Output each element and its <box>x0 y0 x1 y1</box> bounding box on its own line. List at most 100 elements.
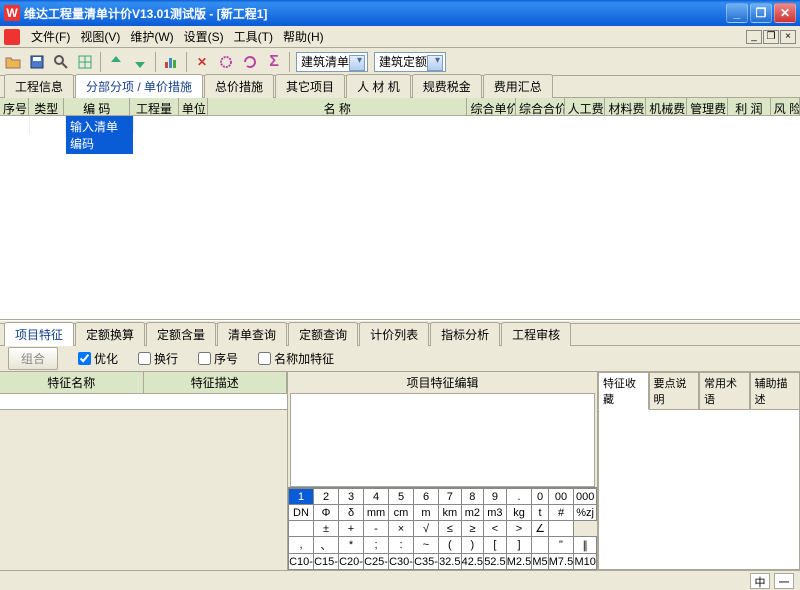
wrap-checkbox[interactable]: 换行 <box>138 350 178 367</box>
kb-key[interactable]: m3 <box>484 505 507 521</box>
main-tab-0[interactable]: 工程信息 <box>4 74 74 98</box>
kb-key[interactable]: M2.5 <box>506 554 532 570</box>
kb-key[interactable]: ≥ <box>461 521 484 537</box>
list-type-combo[interactable]: 建筑清单 <box>296 52 368 72</box>
grid-header-7[interactable]: 综合合价 <box>516 98 565 115</box>
kb-key[interactable]: C10- <box>289 554 314 570</box>
kb-key[interactable]: C30- <box>389 554 414 570</box>
kb-key[interactable]: km <box>439 505 462 521</box>
mdi-minimize[interactable]: _ <box>746 30 762 44</box>
kb-key[interactable]: C20- <box>339 554 364 570</box>
kb-key[interactable]: 2 <box>314 489 339 505</box>
kb-key[interactable]: 8 <box>461 489 484 505</box>
seqno-checkbox[interactable]: 序号 <box>198 350 238 367</box>
kb-key[interactable]: ( <box>439 537 462 554</box>
close-button[interactable]: ✕ <box>774 3 796 23</box>
grid-header-12[interactable]: 利 润 <box>728 98 771 115</box>
grid-header-10[interactable]: 机械费 <box>646 98 687 115</box>
sum-icon[interactable]: Σ <box>265 53 283 71</box>
kb-key[interactable]: > <box>506 521 532 537</box>
kb-key[interactable]: M7.5 <box>548 554 574 570</box>
kb-key[interactable]: - <box>364 521 389 537</box>
kb-key[interactable]: cm <box>389 505 414 521</box>
kb-key[interactable]: 3 <box>339 489 364 505</box>
kb-key[interactable]: 0 <box>532 489 548 505</box>
kb-key[interactable] <box>289 521 314 537</box>
kb-key[interactable]: ∠ <box>532 521 548 537</box>
right-tab-0[interactable]: 特征收藏 <box>598 372 649 410</box>
kb-key[interactable]: M10 <box>574 554 597 570</box>
kb-key[interactable]: %zj <box>574 505 597 521</box>
code-input-cell[interactable]: 输入清单编码 <box>66 116 133 154</box>
right-tab-1[interactable]: 要点说明 <box>649 372 700 410</box>
mdi-restore[interactable]: ❐ <box>763 30 779 44</box>
kb-key[interactable]: ) <box>461 537 484 554</box>
grid-header-0[interactable]: 序号 <box>0 98 29 115</box>
main-tab-2[interactable]: 总价措施 <box>204 74 274 98</box>
grid-header-2[interactable]: 编 码 <box>64 98 130 115</box>
clear-red-icon[interactable]: ✕ <box>193 53 211 71</box>
sub-tab-1[interactable]: 定额换算 <box>75 322 145 346</box>
name-feature-checkbox[interactable]: 名称加特征 <box>258 350 334 367</box>
kb-key[interactable] <box>532 537 548 554</box>
kb-key[interactable]: δ <box>339 505 364 521</box>
sub-tab-5[interactable]: 计价列表 <box>359 322 429 346</box>
search-icon[interactable] <box>52 53 70 71</box>
ime-button[interactable]: 中 <box>750 573 770 589</box>
kb-key[interactable]: . <box>506 489 532 505</box>
kb-key[interactable]: 1 <box>289 489 314 505</box>
kb-key[interactable]: , <box>289 537 314 554</box>
kb-key[interactable]: ∥ <box>574 537 597 554</box>
grid-header-4[interactable]: 单位 <box>179 98 208 115</box>
kb-key[interactable]: ] <box>506 537 532 554</box>
grid-header-13[interactable]: 风 险 <box>771 98 800 115</box>
combine-button[interactable]: 组合 <box>8 347 58 370</box>
kb-key[interactable]: * <box>339 537 364 554</box>
kb-key[interactable]: mm <box>364 505 389 521</box>
main-tab-1[interactable]: 分部分项 / 单价措施 <box>75 74 203 98</box>
kb-key[interactable] <box>548 521 574 537</box>
menu-tools[interactable]: 工具(T) <box>229 26 278 47</box>
menu-maintain[interactable]: 维护(W) <box>125 26 178 47</box>
kb-key[interactable]: m2 <box>461 505 484 521</box>
refresh-icon[interactable] <box>241 53 259 71</box>
kb-key[interactable]: " <box>548 537 574 554</box>
kb-key[interactable]: : <box>389 537 414 554</box>
kb-key[interactable]: t <box>532 505 548 521</box>
kb-key[interactable]: √ <box>414 521 439 537</box>
sub-tab-0[interactable]: 项目特征 <box>4 322 74 346</box>
kb-key[interactable]: 、 <box>314 537 339 554</box>
maximize-button[interactable]: ❐ <box>750 3 772 23</box>
kb-key[interactable]: < <box>484 521 507 537</box>
arrow-down-icon[interactable] <box>131 53 149 71</box>
optimize-checkbox[interactable]: 优化 <box>78 350 118 367</box>
menu-view[interactable]: 视图(V) <box>75 26 125 47</box>
sub-tab-3[interactable]: 清单查询 <box>217 322 287 346</box>
right-tab-3[interactable]: 辅助描述 <box>750 372 800 410</box>
symbol-keyboard[interactable]: 123456789.000000DNΦδmmcmmkmm2m3kgt#%zj±+… <box>288 487 597 570</box>
grid-header-3[interactable]: 工程量 <box>130 98 179 115</box>
kb-key[interactable]: ; <box>364 537 389 554</box>
kb-key[interactable]: C25- <box>364 554 389 570</box>
kb-key[interactable]: 000 <box>574 489 597 505</box>
kb-key[interactable]: 4 <box>364 489 389 505</box>
kb-key[interactable]: ~ <box>414 537 439 554</box>
main-tab-3[interactable]: 其它项目 <box>275 74 345 98</box>
sub-tab-6[interactable]: 指标分析 <box>430 322 500 346</box>
kb-key[interactable]: ± <box>314 521 339 537</box>
quota-type-combo[interactable]: 建筑定额 <box>374 52 446 72</box>
grid-header-5[interactable]: 名 称 <box>208 98 467 115</box>
sub-tab-2[interactable]: 定额含量 <box>146 322 216 346</box>
grid-icon[interactable] <box>76 53 94 71</box>
kb-key[interactable]: 00 <box>548 489 574 505</box>
kb-key[interactable]: ≤ <box>439 521 462 537</box>
right-tab-2[interactable]: 常用术语 <box>699 372 750 410</box>
kb-key[interactable]: + <box>339 521 364 537</box>
kb-key[interactable]: 5 <box>389 489 414 505</box>
sub-tab-4[interactable]: 定额查询 <box>288 322 358 346</box>
arrow-up-icon[interactable] <box>107 53 125 71</box>
main-tab-6[interactable]: 费用汇总 <box>483 74 553 98</box>
chart-icon[interactable] <box>162 53 180 71</box>
menu-file[interactable]: 文件(F) <box>26 26 75 47</box>
mdi-close[interactable]: × <box>780 30 796 44</box>
